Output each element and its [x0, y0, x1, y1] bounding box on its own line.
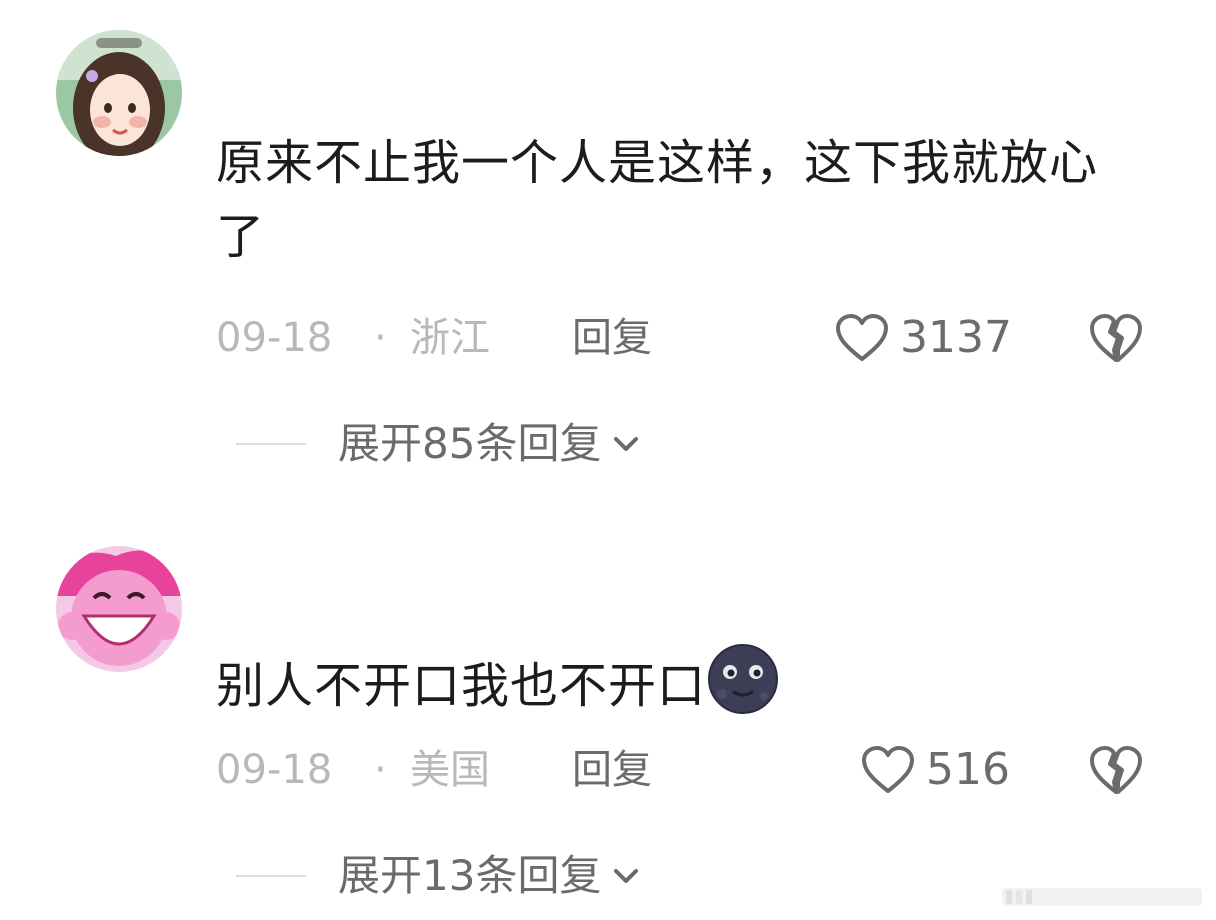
girl-avatar-icon [56, 30, 182, 156]
like-count: 516 [926, 744, 1010, 795]
heart-icon [862, 746, 914, 793]
chevron-down-icon [614, 437, 639, 451]
comment-text: 原来不止我一个人是这样，这下我就放心了 [216, 135, 1099, 265]
like-button[interactable]: 3137 [834, 308, 1012, 368]
expand-replies-button[interactable]: 展开85条回复 [236, 414, 643, 474]
reply-button[interactable]: 回复 [572, 308, 652, 368]
expand-replies-label: 展开85条回复 [338, 419, 602, 468]
user-avatar[interactable] [56, 546, 182, 672]
comment-region: 美国 [410, 747, 490, 793]
comment-text: 别人不开口我也不开口 [216, 642, 1136, 723]
reply-button[interactable]: 回复 [572, 740, 652, 800]
like-count: 3137 [900, 312, 1012, 363]
scroll-indicator-icon [1002, 888, 1202, 906]
chevron-down-icon [614, 869, 639, 883]
comment-item: 别人不开口我也不开口 09-18 · 美国 回复 516 展开13条回复 [0, 500, 1216, 920]
dislike-button[interactable] [1088, 312, 1144, 364]
comment-meta: 09-18 · 美国 回复 516 [216, 740, 1156, 800]
pink-pony-avatar-icon [56, 546, 182, 672]
new-moon-face-icon [708, 644, 779, 714]
comment-meta: 09-18 · 浙江 回复 3137 [216, 308, 1156, 368]
comment-date: 09-18 [216, 747, 333, 793]
divider-line [236, 443, 306, 445]
expand-replies-button[interactable]: 展开13条回复 [236, 846, 643, 906]
divider-line [236, 875, 306, 877]
expand-replies-label: 展开13条回复 [338, 851, 602, 900]
dislike-button[interactable] [1088, 744, 1144, 796]
comment-text-content: 别人不开口我也不开口 [216, 658, 707, 714]
like-button[interactable]: 516 [860, 740, 1010, 800]
comment-region: 浙江 [410, 315, 490, 361]
broken-heart-icon [1090, 746, 1142, 794]
user-avatar[interactable] [56, 30, 182, 156]
meta-separator: · [374, 747, 387, 793]
comment-date: 09-18 [216, 315, 333, 361]
heart-icon [836, 314, 888, 361]
comment-item: 原来不止我一个人是这样，这下我就放心了 09-18 · 浙江 回复 3137 展… [0, 0, 1216, 500]
broken-heart-icon [1090, 314, 1142, 362]
meta-separator: · [374, 315, 387, 361]
